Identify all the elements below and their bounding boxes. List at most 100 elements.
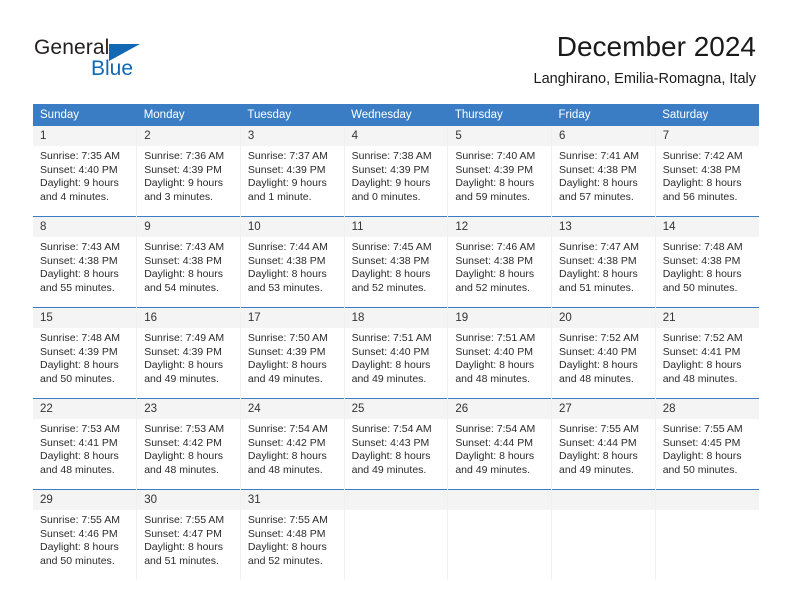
day-details: Sunrise: 7:43 AM Sunset: 4:38 PM Daylight:… — [33, 237, 136, 295]
sunrise-time: Sunrise: 7:55 AM — [144, 514, 225, 526]
calendar-day-cell[interactable]: 29 Sunrise: 7:55 AM Sunset: 4:46 PM Dayligh… — [33, 489, 138, 580]
calendar-day-cell[interactable]: 8 Sunrise: 7:43 AM Sunset: 4:38 PM Daylight… — [33, 216, 138, 308]
calendar-day-cell[interactable]: 20 Sunrise: 7:52 AM Sunset: 4:40 PM Dayligh… — [551, 307, 656, 399]
day-details: Sunrise: 7:35 AM Sunset: 4:40 PM Daylight:… — [33, 146, 136, 204]
daylight-duration: and 50 minutes. — [662, 281, 738, 294]
daylight-duration: Daylight: 8 hours — [351, 359, 431, 372]
calendar-day-cell[interactable]: 13 Sunrise: 7:47 AM Sunset: 4:38 PM Dayligh… — [551, 216, 656, 308]
daylight-duration: Daylight: 8 hours — [455, 359, 535, 372]
calendar-day-cell[interactable]: 12 Sunrise: 7:46 AM Sunset: 4:38 PM Dayligh… — [447, 216, 553, 308]
sunrise-time: Sunrise: 7:53 AM — [144, 423, 225, 435]
title-block: December 2024 Langhirano, Emilia-Romagna… — [534, 30, 756, 89]
calendar-day-cell[interactable]: 21 Sunrise: 7:52 AM Sunset: 4:41 PM Dayligh… — [655, 307, 759, 399]
sunset-time: Sunset: 4:39 PM — [247, 345, 326, 358]
calendar-day-cell[interactable]: 25 Sunrise: 7:54 AM Sunset: 4:43 PM Dayligh… — [344, 398, 449, 490]
calendar-day-cell[interactable]: 7 Sunrise: 7:42 AM Sunset: 4:38 PM Daylight… — [655, 126, 759, 217]
sunset-time: Sunset: 4:39 PM — [40, 345, 118, 358]
day-number: 5 — [448, 126, 552, 146]
sunset-time: Sunset: 4:48 PM — [247, 527, 326, 540]
calendar-cell-empty — [344, 489, 449, 580]
calendar-week-row: 29 Sunrise: 7:55 AM Sunset: 4:46 PM Dayligh… — [33, 489, 759, 580]
calendar-day-cell[interactable]: 14 Sunrise: 7:48 AM Sunset: 4:38 PM Dayligh… — [655, 216, 759, 308]
calendar-cell-empty — [551, 489, 656, 580]
calendar-day-cell[interactable]: 31 Sunrise: 7:55 AM Sunset: 4:48 PM Dayligh… — [240, 489, 345, 580]
calendar-day-cell[interactable]: 2 Sunrise: 7:36 AM Sunset: 4:39 PM Daylight… — [136, 126, 241, 217]
day-number: 16 — [137, 308, 240, 328]
weekday-header-saturday: Saturday — [655, 104, 759, 126]
day-number: 21 — [655, 308, 759, 328]
calendar-week-row: 15 Sunrise: 7:48 AM Sunset: 4:39 PM Dayligh… — [33, 307, 759, 399]
day-number: 24 — [240, 399, 344, 419]
calendar-day-cell[interactable]: 9 Sunrise: 7:43 AM Sunset: 4:38 PM Daylight… — [136, 216, 241, 308]
calendar-day-cell[interactable]: 15 Sunrise: 7:48 AM Sunset: 4:39 PM Dayligh… — [33, 307, 138, 399]
calendar-day-cell[interactable]: 30 Sunrise: 7:55 AM Sunset: 4:47 PM Dayligh… — [136, 489, 241, 580]
calendar-day-cell[interactable]: 4 Sunrise: 7:38 AM Sunset: 4:39 PM Daylight… — [344, 126, 449, 217]
daylight-duration: and 50 minutes. — [662, 463, 738, 476]
calendar-day-cell[interactable]: 5 Sunrise: 7:40 AM Sunset: 4:39 PM Daylight… — [447, 126, 553, 217]
sunrise-time: Sunrise: 7:46 AM — [455, 241, 536, 253]
calendar-day-cell[interactable]: 11 Sunrise: 7:45 AM Sunset: 4:38 PM Dayligh… — [344, 216, 449, 308]
day-number: 26 — [448, 399, 552, 419]
calendar-day-cell[interactable]: 18 Sunrise: 7:51 AM Sunset: 4:40 PM Dayligh… — [344, 307, 449, 399]
day-number: 27 — [552, 399, 655, 419]
day-details: Sunrise: 7:36 AM Sunset: 4:39 PM Daylight:… — [137, 146, 240, 204]
daylight-duration: and 54 minutes. — [144, 281, 219, 294]
sunset-time: Sunset: 4:43 PM — [351, 436, 430, 449]
day-details: Sunrise: 7:53 AM Sunset: 4:41 PM Daylight:… — [33, 419, 136, 477]
daylight-duration: and 48 minutes. — [247, 463, 323, 476]
sunset-time: Sunset: 4:38 PM — [662, 254, 741, 267]
daylight-duration: Daylight: 8 hours — [559, 359, 638, 372]
sunrise-time: Sunrise: 7:35 AM — [40, 150, 120, 162]
sunrise-time: Sunrise: 7:38 AM — [351, 150, 432, 162]
daylight-duration: Daylight: 8 hours — [559, 177, 638, 190]
weekday-header-friday: Friday — [551, 104, 656, 126]
sunrise-time: Sunrise: 7:37 AM — [247, 150, 328, 162]
sunrise-time: Sunrise: 7:52 AM — [559, 332, 639, 344]
day-number: 2 — [137, 126, 240, 146]
calendar-day-cell[interactable]: 10 Sunrise: 7:44 AM Sunset: 4:38 PM Dayligh… — [240, 216, 345, 308]
sunrise-time: Sunrise: 7:50 AM — [247, 332, 328, 344]
sunset-time: Sunset: 4:42 PM — [247, 436, 326, 449]
day-number: 8 — [33, 217, 137, 237]
sunrise-time: Sunrise: 7:41 AM — [559, 150, 639, 162]
sunset-time: Sunset: 4:39 PM — [144, 345, 222, 358]
calendar-day-cell[interactable]: 27 Sunrise: 7:55 AM Sunset: 4:44 PM Dayligh… — [551, 398, 656, 490]
calendar-day-cell[interactable]: 22 Sunrise: 7:53 AM Sunset: 4:41 PM Dayligh… — [33, 398, 138, 490]
day-number: 1 — [33, 126, 137, 146]
day-details: Sunrise: 7:37 AM Sunset: 4:39 PM Daylight:… — [241, 146, 344, 204]
calendar-day-cell[interactable]: 3 Sunrise: 7:37 AM Sunset: 4:39 PM Daylight… — [240, 126, 345, 217]
sunset-time: Sunset: 4:39 PM — [247, 163, 326, 176]
daylight-duration: Daylight: 9 hours — [351, 177, 431, 190]
sunrise-time: Sunrise: 7:43 AM — [144, 241, 225, 253]
sunset-time: Sunset: 4:44 PM — [455, 436, 533, 449]
daylight-duration: and 52 minutes. — [351, 281, 427, 294]
calendar-day-cell[interactable]: 16 Sunrise: 7:49 AM Sunset: 4:39 PM Dayligh… — [136, 307, 241, 399]
daylight-duration: and 49 minutes. — [351, 372, 427, 385]
general-blue-logo[interactable]: General Blue — [34, 36, 214, 84]
sunrise-time: Sunrise: 7:45 AM — [351, 241, 432, 253]
calendar-day-cell[interactable]: 23 Sunrise: 7:53 AM Sunset: 4:42 PM Dayligh… — [136, 398, 241, 490]
day-number: 23 — [137, 399, 240, 419]
calendar-day-cell[interactable]: 19 Sunrise: 7:51 AM Sunset: 4:40 PM Dayligh… — [447, 307, 553, 399]
sunrise-time: Sunrise: 7:54 AM — [247, 423, 328, 435]
day-number: 31 — [240, 490, 344, 510]
day-details: Sunrise: 7:50 AM Sunset: 4:39 PM Daylight:… — [241, 328, 344, 386]
calendar-day-cell[interactable]: 17 Sunrise: 7:50 AM Sunset: 4:39 PM Dayligh… — [240, 307, 345, 399]
calendar-header-row: Sunday Monday Tuesday Wednesday Thursday… — [33, 104, 759, 126]
calendar-day-cell[interactable]: 6 Sunrise: 7:41 AM Sunset: 4:38 PM Daylight… — [551, 126, 656, 217]
daylight-duration: and 0 minutes. — [351, 190, 421, 203]
calendar-day-cell[interactable]: 1 Sunrise: 7:35 AM Sunset: 4:40 PM Daylight… — [33, 126, 138, 217]
daylight-duration: and 3 minutes. — [144, 190, 214, 203]
calendar-cell-empty — [447, 489, 553, 580]
day-number: 15 — [33, 308, 137, 328]
calendar-day-cell[interactable]: 26 Sunrise: 7:54 AM Sunset: 4:44 PM Dayligh… — [447, 398, 553, 490]
day-number: 9 — [137, 217, 240, 237]
day-number: 25 — [344, 399, 448, 419]
calendar-day-cell[interactable]: 24 Sunrise: 7:54 AM Sunset: 4:42 PM Dayligh… — [240, 398, 345, 490]
daylight-duration: and 48 minutes. — [455, 372, 531, 385]
daylight-duration: Daylight: 9 hours — [247, 177, 327, 190]
sunrise-time: Sunrise: 7:36 AM — [144, 150, 225, 162]
sunrise-time: Sunrise: 7:55 AM — [40, 514, 120, 526]
day-details: Sunrise: 7:48 AM Sunset: 4:38 PM Daylight:… — [656, 237, 759, 295]
calendar-day-cell[interactable]: 28 Sunrise: 7:55 AM Sunset: 4:45 PM Dayligh… — [655, 398, 759, 490]
